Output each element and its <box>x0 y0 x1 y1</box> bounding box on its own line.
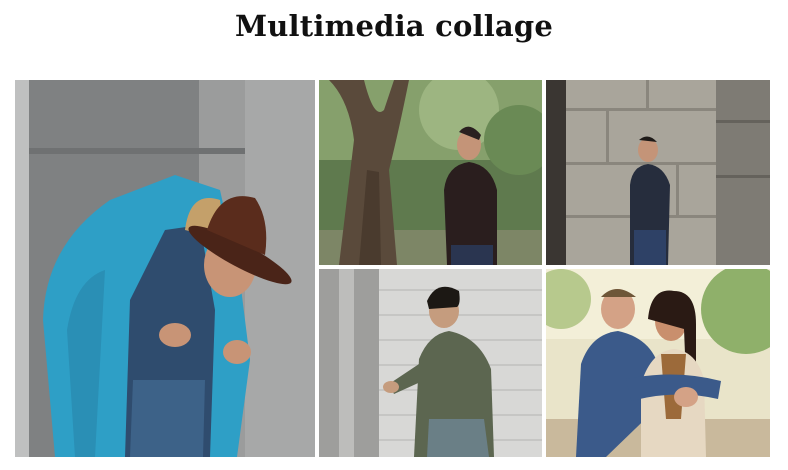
collage-photo-3[interactable] <box>546 80 770 265</box>
photo-image <box>319 80 542 265</box>
collage-photo-2[interactable] <box>319 80 542 265</box>
photo-collage <box>15 80 770 457</box>
photo-image <box>319 269 542 457</box>
photo-image <box>546 269 770 457</box>
collage-photo-5[interactable] <box>546 269 770 457</box>
page-title: Multimedia collage <box>234 9 554 43</box>
collage-photo-1[interactable] <box>15 80 315 457</box>
collage-photo-4[interactable] <box>319 269 542 457</box>
photo-image <box>546 80 770 265</box>
photo-image <box>15 80 315 457</box>
